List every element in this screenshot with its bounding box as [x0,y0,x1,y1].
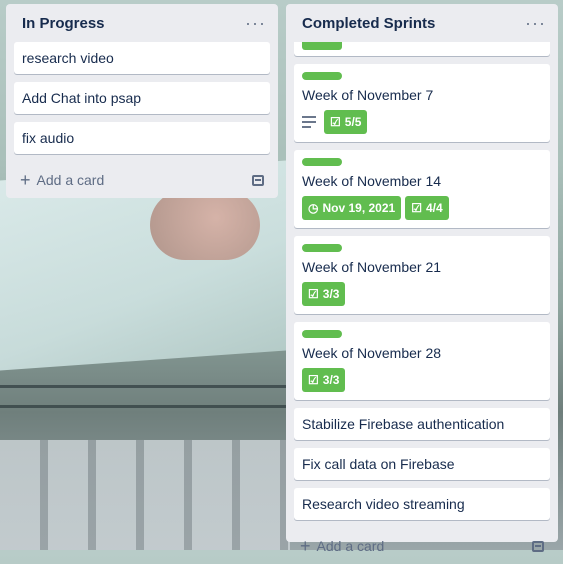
plus-icon: + [300,536,311,556]
card[interactable]: Week of November 21 ☑ 3/3 [294,236,550,314]
card-title: Research video streaming [302,496,465,512]
card-title: research video [22,50,114,66]
card[interactable]: Week of November 28 ☑ 3/3 [294,322,550,400]
list-header: In Progress ··· [14,4,270,42]
list-title[interactable]: In Progress [22,15,105,32]
card-title: Week of November 21 [302,259,442,275]
list-title[interactable]: Completed Sprints [302,15,435,32]
add-card-row: + Add a card [14,162,270,198]
checklist-badge: ☑ 3/3 [302,368,346,392]
green-label[interactable] [302,330,342,338]
card[interactable]: Stabilize Firebase authentication [294,408,550,440]
card-title: Fix call data on Firebase [302,456,455,472]
card-badges: ◷ Nov 19, 2021 ☑ 4/4 [302,196,542,228]
card-title: Stabilize Firebase authentication [302,416,505,432]
add-card-label: Add a card [36,172,105,188]
card[interactable]: research video [14,42,270,74]
add-card-button[interactable]: + Add a card [300,537,384,555]
more-options-icon[interactable]: ··· [525,13,546,34]
card-title: Week of November 7 [302,87,434,103]
checklist-badge: ☑ 4/4 [405,196,449,220]
green-label[interactable] [302,72,342,80]
checkbox-icon: ☑ [330,115,341,129]
card-title: Add Chat into psap [22,90,142,106]
card[interactable]: Fix call data on Firebase [294,448,550,480]
checklist-badge: ☑ 5/5 [324,110,368,134]
list-in-progress: In Progress ··· research video Add Chat … [6,4,278,198]
card[interactable]: fix audio [14,122,270,154]
add-card-row: + Add a card [294,528,550,564]
background-pen [0,405,290,408]
card-template-icon[interactable] [252,174,264,186]
background-keyboard [0,440,290,550]
card[interactable]: Add Chat into psap [14,82,270,114]
card-title: fix audio [22,130,75,146]
card-badges: ☑ 3/3 [302,368,542,400]
card-title: Week of November 28 [302,345,442,361]
checklist-badge: ☑ 3/3 [302,282,346,306]
card-partially-visible[interactable] [294,42,550,56]
description-icon [302,116,316,128]
add-card-label: Add a card [316,538,385,554]
more-options-icon[interactable]: ··· [245,13,266,34]
card[interactable]: Research video streaming [294,488,550,520]
add-card-button[interactable]: + Add a card [20,171,104,189]
checkbox-icon: ☑ [308,287,319,301]
background-hand [150,190,260,260]
background-pen [0,385,290,388]
green-label[interactable] [302,244,342,252]
card-badges: ☑ 3/3 [302,282,542,314]
card-title: Week of November 14 [302,173,442,189]
clock-icon: ◷ [308,201,319,215]
card-badges: ☑ 5/5 [302,110,542,142]
green-label[interactable] [302,158,342,166]
checkbox-icon: ☑ [411,201,422,215]
plus-icon: + [20,170,31,190]
card[interactable]: Week of November 7 ☑ 5/5 [294,64,550,142]
checkbox-icon: ☑ [308,373,319,387]
card[interactable]: Week of November 14 ◷ Nov 19, 2021 ☑ 4/4 [294,150,550,228]
due-date-badge[interactable]: ◷ Nov 19, 2021 [302,196,402,220]
list-header: Completed Sprints ··· [294,4,550,42]
list-completed-sprints: Completed Sprints ··· Week of November 7… [286,4,558,555]
